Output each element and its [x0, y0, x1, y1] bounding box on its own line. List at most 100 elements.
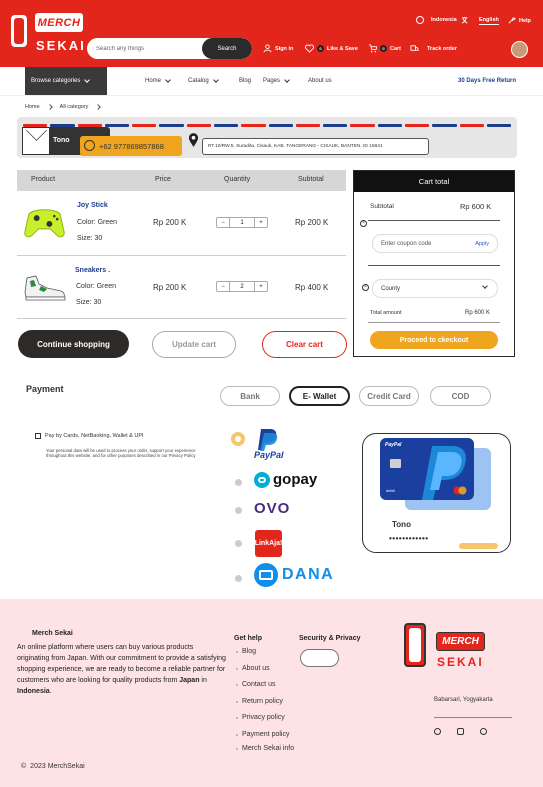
breadcrumb-home[interactable]: Home [25, 104, 40, 110]
logo-sekai[interactable]: SEKAI [36, 38, 86, 53]
avatar[interactable] [511, 41, 528, 58]
proceed-checkout-button[interactable]: Proceed to ckeckout [370, 331, 498, 349]
nav-pages[interactable]: Pages [263, 77, 290, 84]
address-phone: +62 977869857868 [80, 136, 182, 156]
card-holder: Tono [392, 520, 411, 529]
country-selector[interactable]: Indonesia [416, 16, 457, 24]
decrement-button[interactable]: − [217, 282, 229, 291]
product-name[interactable]: Sneakers . [75, 267, 110, 274]
linkaja-logo[interactable]: LinkAja! [255, 530, 282, 557]
logo-badge-icon[interactable] [11, 15, 27, 47]
footer-link-contact[interactable]: Contact us [236, 681, 275, 688]
nav-catalog-label: Catalog [188, 78, 209, 84]
search-bar: Search [87, 38, 252, 59]
checkbox[interactable] [35, 433, 41, 439]
top-header [0, 0, 543, 67]
address-text: RT.10/RW.5, Suradita, Cisauk, KAB. TANGE… [202, 138, 429, 155]
nav-catalog[interactable]: Catalog [188, 77, 219, 84]
footer-logo-sekai: SEKAI [437, 655, 484, 669]
nav-blog[interactable]: Blog [239, 78, 251, 84]
radio-gopay[interactable] [235, 479, 242, 486]
footer-link-info[interactable]: Merch Sekai info [236, 745, 294, 752]
footer-link-privacy[interactable]: Privacy policy [236, 714, 285, 721]
paypal-logo-icon: PayPal [254, 429, 284, 460]
cart-total-panel: Cart total Subtotal Rp 600 K × Enter cou… [353, 170, 515, 357]
apply-coupon-button[interactable]: Apply [475, 241, 489, 247]
tab-credit-card[interactable]: Credit Card [359, 386, 419, 406]
card-number: •••••••••••• [389, 534, 429, 543]
quantity-stepper[interactable]: − 1 + [216, 217, 268, 228]
copyright: © 2023 MerchSekai [21, 763, 85, 770]
gopay-logo-icon [254, 471, 270, 488]
address-name: Tono [53, 137, 70, 144]
quantity-value[interactable]: 1 [229, 218, 255, 227]
nav-home[interactable]: Home [145, 77, 171, 84]
footer-link-blog[interactable]: Blog [236, 648, 256, 655]
like-save-link[interactable]: 0 Like & Save [305, 44, 358, 53]
logo-merch[interactable]: MERCH [35, 13, 83, 32]
decrement-button[interactable]: − [217, 218, 229, 227]
row-divider [17, 255, 346, 256]
whatsapp-icon[interactable] [480, 728, 487, 735]
language-selector[interactable]: English [461, 16, 499, 25]
chevron-down-icon [165, 77, 171, 83]
coupon-field[interactable]: Enter coupon code Apply [372, 234, 498, 253]
browse-categories-button[interactable]: Browse categories [25, 67, 107, 95]
breadcrumb-all-category[interactable]: All category [60, 104, 89, 110]
product-subtotal: Rp 400 K [295, 283, 329, 292]
increment-button[interactable]: + [255, 218, 267, 227]
search-button[interactable]: Search [202, 38, 252, 59]
tab-e-wallet[interactable]: E- Wallet [289, 386, 350, 406]
divider [368, 265, 500, 266]
radio-dana[interactable] [235, 575, 242, 582]
close-icon[interactable]: × [360, 220, 367, 227]
ovo-logo[interactable]: OVO [254, 500, 290, 517]
tab-bank[interactable]: Bank [220, 386, 280, 406]
phone-icon [84, 140, 95, 151]
product-name[interactable]: Joy Stick [77, 202, 108, 209]
signin-link[interactable]: Sign in [263, 44, 293, 53]
close-icon[interactable]: × [362, 284, 369, 291]
tab-cod[interactable]: COD [430, 386, 491, 406]
instagram-icon[interactable] [457, 728, 464, 735]
track-order-link[interactable]: Track order [410, 44, 457, 53]
radio-paypal[interactable] [231, 432, 245, 446]
footer-link-payment[interactable]: Payment policy [236, 731, 289, 738]
security-heading: Security & Privacy [299, 635, 361, 642]
get-help-heading: Get help [234, 635, 263, 642]
quantity-stepper[interactable]: − 2 + [216, 281, 268, 292]
paypal-option[interactable]: PayPal [254, 428, 288, 462]
continue-shopping-button[interactable]: Continue shopping [18, 330, 129, 358]
product-image-joystick[interactable] [23, 204, 66, 240]
like-label: Like & Save [327, 45, 358, 52]
product-price: Rp 200 K [153, 283, 187, 292]
update-cart-button[interactable]: Update cart [152, 331, 236, 358]
country-label: Indonesia [431, 17, 457, 23]
card-chip-icon [390, 459, 401, 468]
cart-link[interactable]: 0 Cart [368, 44, 401, 53]
help-icon [508, 17, 516, 24]
col-quantity: Quantity [224, 176, 251, 183]
payment-title: Payment [26, 384, 64, 394]
radio-linkaja[interactable] [235, 540, 242, 547]
county-select[interactable]: County [372, 279, 498, 298]
footer-link-return[interactable]: Return policy [236, 698, 283, 705]
google-icon[interactable] [434, 728, 441, 735]
increment-button[interactable]: + [255, 282, 267, 291]
breadcrumb: Home All category [25, 104, 102, 110]
search-input[interactable] [87, 38, 202, 59]
help-link[interactable]: Help [507, 16, 531, 25]
quantity-value[interactable]: 2 [229, 282, 255, 291]
dana-option[interactable]: DANA [254, 563, 334, 587]
product-image-sneakers[interactable] [21, 272, 67, 304]
nav-about[interactable]: About us [308, 78, 332, 84]
cart-total-title: Cart total [354, 171, 514, 192]
gopay-option[interactable]: gopay [254, 471, 317, 488]
col-price: Price [155, 176, 171, 183]
coupon-placeholder: Enter coupon code [381, 240, 432, 247]
footer-link-about[interactable]: About us [236, 665, 270, 672]
clear-cart-button[interactable]: Clear cart [262, 331, 347, 358]
footer-description: An online platform where users can buy v… [17, 644, 226, 695]
pay-by-cards-checkbox[interactable]: Pay by Cards, NetBanking, Wallet & UPI [35, 433, 144, 439]
radio-ovo[interactable] [235, 507, 242, 514]
